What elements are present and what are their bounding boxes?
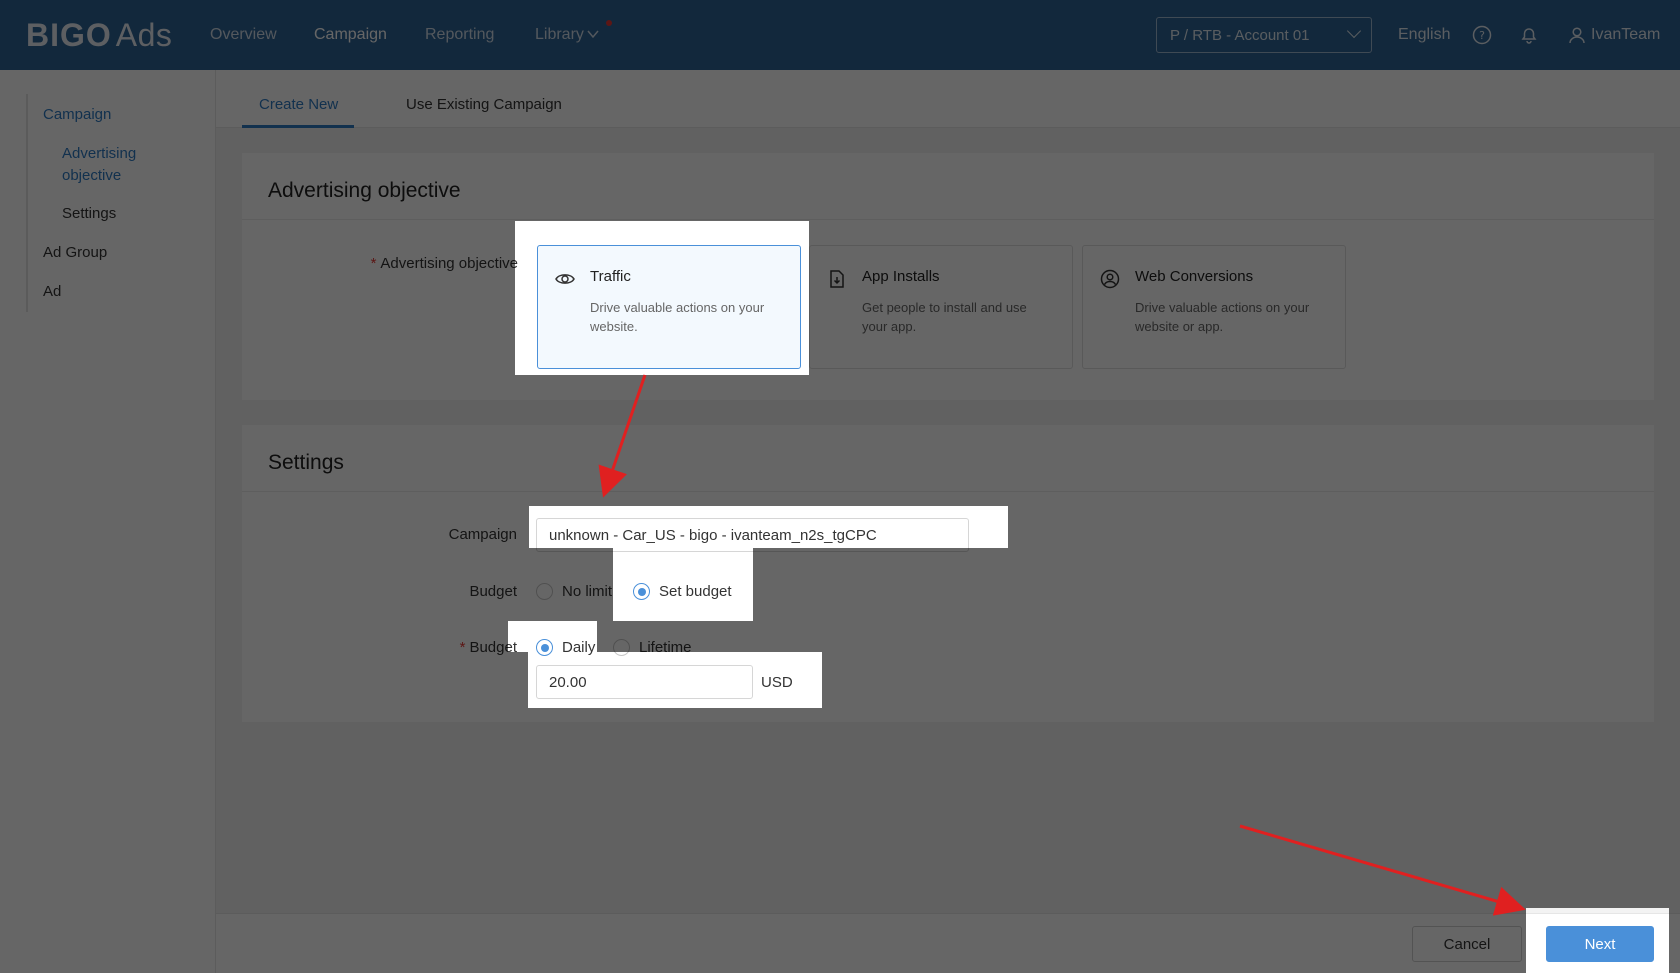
- language-switch[interactable]: English: [1398, 26, 1450, 44]
- nav-reporting[interactable]: Reporting: [425, 26, 494, 44]
- eye-icon: [555, 274, 575, 284]
- objective-option-title: Web Conversions: [1135, 268, 1254, 285]
- chevron-down-icon: [1346, 23, 1362, 39]
- settings-title: Settings: [268, 451, 344, 474]
- library-chevron-down-icon[interactable]: [587, 29, 599, 39]
- nav-overview[interactable]: Overview: [210, 26, 277, 44]
- budget-daily-label[interactable]: Daily: [562, 639, 595, 656]
- budget-lifetime-label[interactable]: Lifetime: [639, 639, 692, 656]
- currency-label: USD: [761, 674, 793, 691]
- objective-option-title: App Installs: [862, 268, 940, 285]
- settings-card: Settings: [242, 425, 1654, 722]
- divider: [242, 491, 1654, 492]
- bell-icon[interactable]: [1518, 24, 1540, 46]
- account-selector-value: P / RTB - Account 01: [1170, 27, 1310, 44]
- advertising-objective-label-text: Advertising objective: [380, 255, 518, 272]
- budget-amount-value: 20.00: [549, 674, 587, 691]
- help-icon[interactable]: ?: [1471, 24, 1493, 46]
- nav-campaign[interactable]: Campaign: [314, 26, 387, 44]
- budget-set-budget-radio[interactable]: [633, 583, 650, 600]
- advertising-objective-label: * Advertising objective: [300, 255, 518, 272]
- budget-mode-label: Budget: [469, 583, 517, 600]
- sidebar-item-advertising-objective[interactable]: Advertising objective: [62, 143, 192, 187]
- objective-option-app-installs[interactable]: App Installs Get people to install and u…: [809, 245, 1073, 369]
- sidebar-item-ad[interactable]: Ad: [43, 281, 61, 303]
- user-name[interactable]: IvanTeam: [1591, 26, 1660, 44]
- campaign-name-label: Campaign: [448, 526, 517, 543]
- budget-no-limit-radio[interactable]: [536, 583, 553, 600]
- campaign-name-value: unknown - Car_US - bigo - ivanteam_n2s_t…: [549, 527, 877, 544]
- tab-use-existing-campaign[interactable]: Use Existing Campaign: [406, 96, 562, 113]
- sidebar-rail: [26, 94, 28, 312]
- top-navigation-bar: BIGO Ads Overview Campaign Reporting Libr…: [0, 0, 1680, 70]
- budget-daily-radio[interactable]: [536, 639, 553, 656]
- sidebar: Campaign Advertising objective Settings …: [0, 70, 216, 973]
- app-install-icon: [830, 270, 844, 288]
- campaign-name-input[interactable]: unknown - Car_US - bigo - ivanteam_n2s_t…: [536, 518, 969, 552]
- campaign-tabs: Create New Use Existing Campaign: [216, 70, 1680, 128]
- advertising-objective-title: Advertising objective: [268, 179, 461, 202]
- objective-option-title: Traffic: [590, 268, 631, 285]
- account-selector[interactable]: P / RTB - Account 01: [1156, 17, 1372, 53]
- objective-option-traffic[interactable]: Traffic Drive valuable actions on your w…: [537, 245, 801, 369]
- cancel-button[interactable]: Cancel: [1412, 926, 1522, 962]
- divider: [242, 219, 1654, 220]
- next-button[interactable]: Next: [1546, 926, 1654, 962]
- user-circle-icon: [1100, 269, 1120, 289]
- objective-option-description: Drive valuable actions on your website.: [590, 300, 765, 334]
- objective-option-web-conversions[interactable]: Web Conversions Drive valuable actions o…: [1082, 245, 1346, 369]
- budget-no-limit-label[interactable]: No limit: [562, 583, 612, 600]
- sidebar-item-settings[interactable]: Settings: [62, 203, 116, 225]
- budget-set-budget-label[interactable]: Set budget: [659, 583, 732, 600]
- budget-amount-input[interactable]: 20.00: [536, 665, 753, 699]
- budget-lifetime-radio[interactable]: [613, 639, 630, 656]
- required-marker: *: [370, 255, 377, 272]
- bigo-ads-logo[interactable]: BIGO Ads: [26, 17, 172, 54]
- sidebar-item-ad-group[interactable]: Ad Group: [43, 242, 107, 264]
- tab-create-new[interactable]: Create New: [259, 96, 338, 113]
- nav-library[interactable]: Library: [535, 26, 584, 44]
- objective-option-description: Drive valuable actions on your website o…: [1135, 300, 1310, 334]
- svg-text:?: ?: [1479, 29, 1485, 42]
- user-icon[interactable]: [1566, 24, 1588, 46]
- notification-dot: [606, 20, 612, 26]
- required-marker: *: [459, 639, 466, 656]
- budget-type-label: * Budget: [400, 639, 517, 656]
- budget-type-label-text: Budget: [469, 639, 517, 656]
- objective-option-description: Get people to install and use your app.: [862, 300, 1027, 334]
- sidebar-item-campaign[interactable]: Campaign: [43, 104, 111, 126]
